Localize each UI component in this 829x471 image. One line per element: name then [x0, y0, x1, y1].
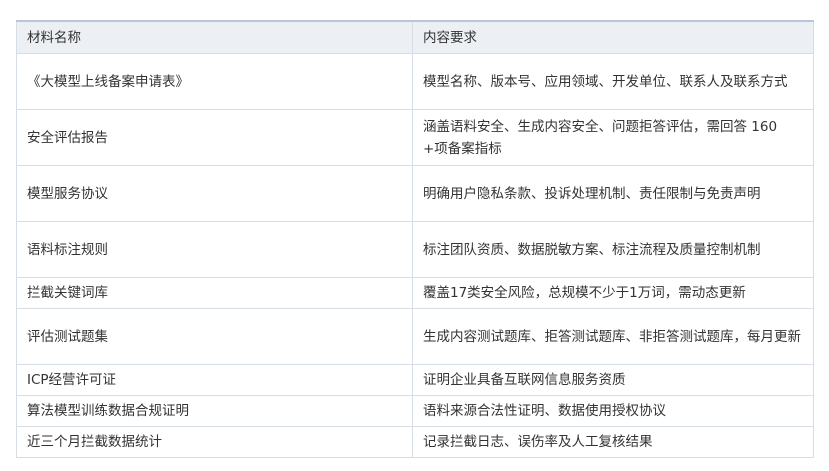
header-content-requirement: 内容要求	[412, 20, 814, 54]
header-row: 材料名称 内容要求	[16, 20, 814, 54]
material-name-cell: 安全评估报告	[16, 109, 413, 166]
requirement-cell: 生成内容测试题库、拒答测试题库、非拒答测试题库，每月更新	[412, 308, 814, 365]
material-name-cell: 算法模型训练数据合规证明	[16, 395, 413, 427]
header-material-name: 材料名称	[16, 20, 413, 54]
requirement-cell: 标注团队资质、数据脱敏方案、标注流程及质量控制机制	[412, 221, 814, 278]
table-row: 《大模型上线备案申请表》 模型名称、版本号、应用领域、开发单位、联系人及联系方式	[16, 53, 814, 110]
table-row: 模型服务协议 明确用户隐私条款、投诉处理机制、责任限制与免责声明	[16, 165, 814, 222]
table-row: 算法模型训练数据合规证明 语料来源合法性证明、数据使用授权协议	[16, 395, 814, 427]
requirement-cell: 记录拦截日志、误伤率及人工复核结果	[412, 426, 814, 458]
material-name-cell: ICP经营许可证	[16, 364, 413, 396]
material-name-cell: 《大模型上线备案申请表》	[16, 53, 413, 110]
requirement-cell: 语料来源合法性证明、数据使用授权协议	[412, 395, 814, 427]
table-row: ICP经营许可证 证明企业具备互联网信息服务资质	[16, 364, 814, 396]
requirement-cell: 模型名称、版本号、应用领域、开发单位、联系人及联系方式	[412, 53, 814, 110]
material-name-cell: 近三个月拦截数据统计	[16, 426, 413, 458]
table-row: 安全评估报告 涵盖语料安全、生成内容安全、问题拒答评估，需回答 160 +项备案…	[16, 109, 814, 166]
requirement-cell: 明确用户隐私条款、投诉处理机制、责任限制与免责声明	[412, 165, 814, 222]
table-body: 《大模型上线备案申请表》 模型名称、版本号、应用领域、开发单位、联系人及联系方式…	[16, 53, 814, 458]
requirement-cell: 覆盖17类安全风险，总规模不少于1万词，需动态更新	[412, 277, 814, 309]
table-header: 材料名称 内容要求	[16, 20, 814, 54]
table-row: 评估测试题集 生成内容测试题库、拒答测试题库、非拒答测试题库，每月更新	[16, 308, 814, 365]
requirement-cell: 涵盖语料安全、生成内容安全、问题拒答评估，需回答 160 +项备案指标	[412, 109, 814, 166]
table-row: 拦截关键词库 覆盖17类安全风险，总规模不少于1万词，需动态更新	[16, 277, 814, 309]
material-name-cell: 拦截关键词库	[16, 277, 413, 309]
table-row: 语料标注规则 标注团队资质、数据脱敏方案、标注流程及质量控制机制	[16, 221, 814, 278]
materials-requirements-table: 材料名称 内容要求 《大模型上线备案申请表》 模型名称、版本号、应用领域、开发单…	[16, 20, 814, 458]
table-row: 近三个月拦截数据统计 记录拦截日志、误伤率及人工复核结果	[16, 426, 814, 458]
requirement-cell: 证明企业具备互联网信息服务资质	[412, 364, 814, 396]
document-frame: 材料名称 内容要求 《大模型上线备案申请表》 模型名称、版本号、应用领域、开发单…	[0, 0, 829, 471]
material-name-cell: 语料标注规则	[16, 221, 413, 278]
material-name-cell: 评估测试题集	[16, 308, 413, 365]
material-name-cell: 模型服务协议	[16, 165, 413, 222]
